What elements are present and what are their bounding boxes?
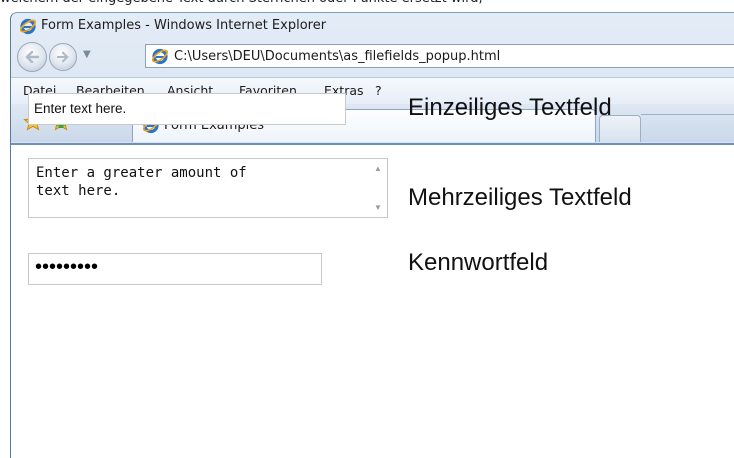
forward-arrow-icon bbox=[57, 51, 69, 63]
page-caption: welchem der eingegebene Text durch Stern… bbox=[0, 0, 734, 9]
menu-help[interactable]: ? bbox=[375, 83, 382, 98]
single-line-label: Einzeiliges Textfeld bbox=[408, 94, 612, 121]
textarea-content: Enter a greater amount of text here. bbox=[36, 165, 247, 199]
window-title: Form Examples - Windows Internet Explore… bbox=[41, 18, 327, 33]
scroll-down-icon[interactable]: ▼ bbox=[372, 202, 384, 214]
password-input[interactable]: ••••••••• bbox=[28, 253, 322, 285]
address-url: C:\Users\DEU\Documents\as_filefields_pop… bbox=[174, 49, 501, 64]
back-button[interactable] bbox=[17, 42, 47, 72]
multi-line-label: Mehrzeiliges Textfeld bbox=[408, 184, 632, 211]
address-bar[interactable]: C:\Users\DEU\Documents\as_filefields_pop… bbox=[145, 44, 734, 68]
textarea-scrollbar[interactable]: ▲ ▼ bbox=[369, 159, 387, 217]
recent-pages-dropdown-icon[interactable]: ▼ bbox=[83, 49, 91, 60]
ie-logo-icon bbox=[19, 17, 37, 35]
title-bar: Form Examples - Windows Internet Explore… bbox=[11, 13, 734, 39]
multi-line-textarea[interactable]: Enter a greater amount of text here. ▲ ▼ bbox=[28, 158, 388, 218]
back-arrow-icon bbox=[25, 51, 39, 63]
tab-divider bbox=[641, 114, 734, 115]
forward-button[interactable] bbox=[49, 43, 77, 71]
password-mask: ••••••••• bbox=[35, 256, 99, 278]
password-label: Kennwortfeld bbox=[408, 249, 549, 276]
browser-window: Form Examples - Windows Internet Explore… bbox=[10, 12, 734, 458]
single-line-text-input[interactable]: Enter text here. bbox=[28, 93, 346, 125]
navigation-bar: ▼ C:\Users\DEU\Documents\as_filefields_p… bbox=[11, 39, 734, 75]
page-ie-icon bbox=[151, 47, 169, 65]
scroll-up-icon[interactable]: ▲ bbox=[372, 163, 384, 175]
